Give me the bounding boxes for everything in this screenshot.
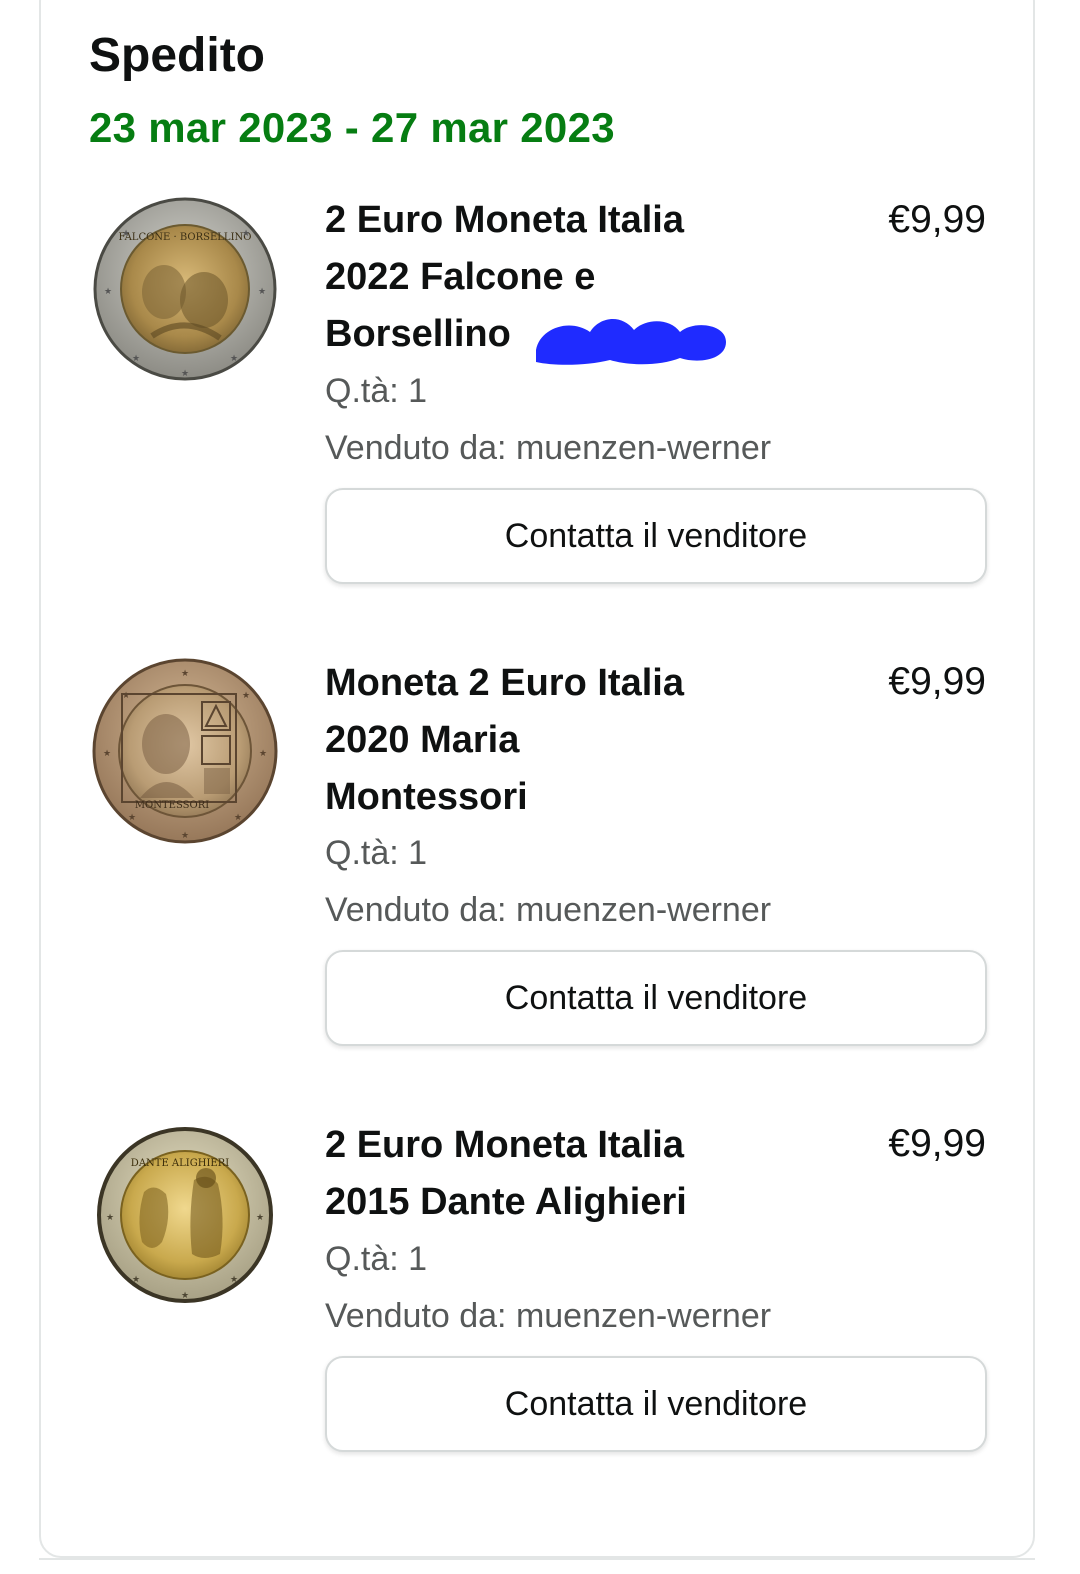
item-title[interactable]: Moneta 2 Euro Italia 2020 Maria Montesso… [325,655,825,826]
svg-text:★: ★ [259,748,267,758]
item-title[interactable]: 2 Euro Moneta Italia 2015 Dante Alighier… [325,1117,845,1231]
item-title-line: 2020 Maria [325,719,520,761]
item-title-line: Moneta 2 Euro Italia [325,662,684,704]
contact-seller-button[interactable]: Contatta il venditore [325,950,987,1046]
item-title-line: Montessori [325,776,528,818]
coin-legend: DANTE ALIGHIERI [131,1158,229,1169]
svg-text:★: ★ [181,830,189,840]
contact-seller-button[interactable]: Contatta il venditore [325,488,987,584]
svg-text:★: ★ [128,812,136,822]
item-title-line: 2 Euro Moneta Italia [325,199,684,241]
item-title-line: 2015 Dante Alighieri [325,1181,687,1223]
item-seller: Venduto da: muenzen-werner [325,1297,772,1335]
svg-text:★: ★ [256,1212,264,1222]
svg-text:★: ★ [122,690,130,700]
card-bottom-divider [39,1558,1035,1560]
svg-text:★: ★ [104,286,112,296]
item-title-line: 2 Euro Moneta Italia [325,1124,684,1166]
svg-text:★: ★ [181,368,189,378]
item-price: €9,99 [888,660,986,703]
contact-seller-button[interactable]: Contatta il venditore [325,1356,987,1452]
svg-text:★: ★ [258,286,266,296]
coin-falcone-borsellino-image[interactable]: FALCONE · BORSELLINO ★ ★ ★ ★ ★ ★ ★ [92,196,278,382]
coin-legend: FALCONE · BORSELLINO [119,232,252,243]
svg-text:★: ★ [234,812,242,822]
item-title-line: 2022 Falcone e [325,256,596,298]
item-price: €9,99 [888,198,986,241]
svg-text:★: ★ [242,228,250,238]
svg-text:★: ★ [122,228,130,238]
shipment-status: Spedito [89,29,265,82]
coin-legend: MONTESSORI [135,800,209,811]
item-quantity: Q.tà: 1 [325,1240,428,1278]
svg-text:★: ★ [181,1290,189,1300]
shipment-dates: 23 mar 2023 - 27 mar 2023 [89,104,615,151]
svg-text:★: ★ [106,1212,114,1222]
item-seller: Venduto da: muenzen-werner [325,429,772,467]
svg-text:★: ★ [181,668,189,678]
redaction-scribble [536,318,726,365]
svg-text:★: ★ [103,748,111,758]
svg-text:★: ★ [132,353,140,363]
svg-text:★: ★ [230,1274,238,1284]
item-quantity: Q.tà: 1 [325,834,428,872]
svg-text:★: ★ [242,690,250,700]
coin-dante-alighieri-image[interactable]: DANTE ALIGHIERI ★ ★ ★ ★ ★ [92,1122,278,1308]
svg-text:★: ★ [230,353,238,363]
coin-montessori-image[interactable]: MONTESSORI ★ ★ ★ ★ ★ ★ ★ ★ [92,658,278,844]
item-quantity: Q.tà: 1 [325,372,428,410]
svg-text:★: ★ [132,1274,140,1284]
item-seller: Venduto da: muenzen-werner [325,891,772,929]
item-price: €9,99 [888,1122,986,1165]
